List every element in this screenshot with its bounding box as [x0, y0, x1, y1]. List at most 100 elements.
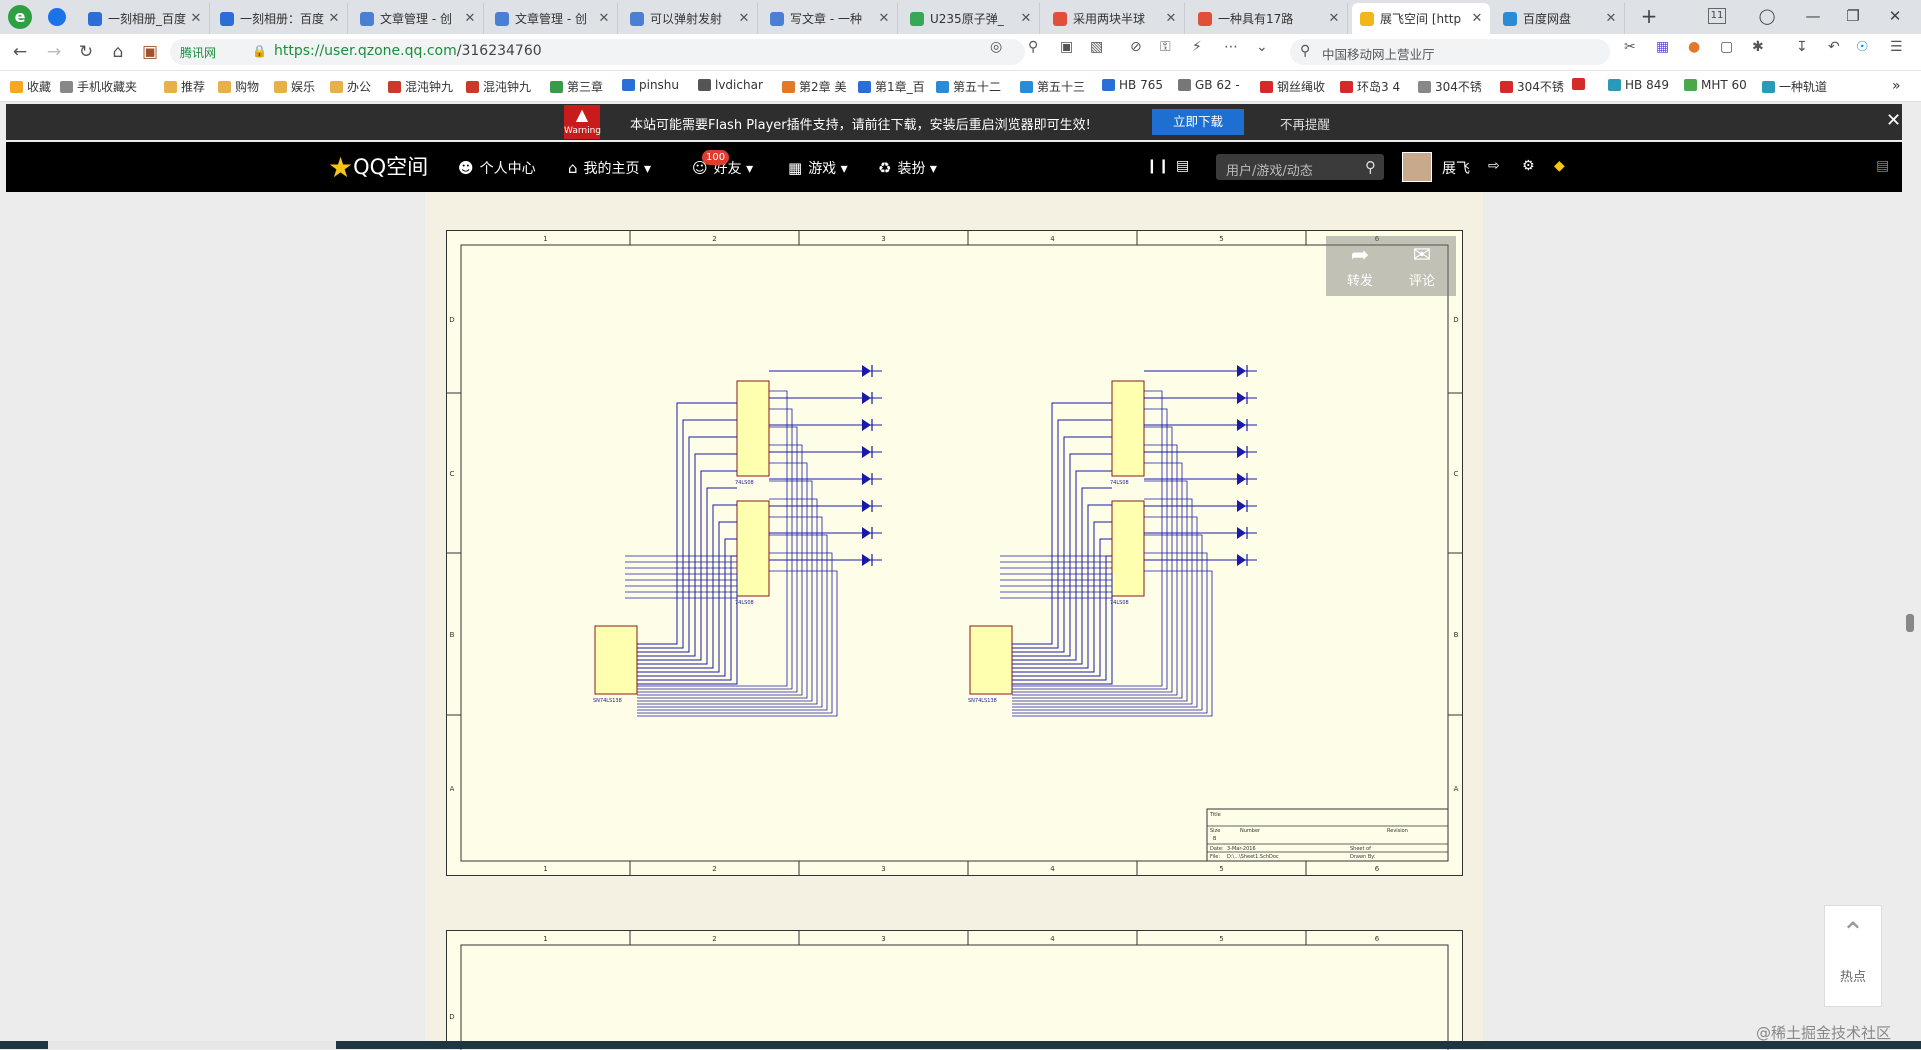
bookmark-item[interactable]: 一种轨道 [1762, 78, 1827, 95]
qzone-search-input[interactable]: 用户/游戏/动态 ⚲ [1216, 154, 1384, 180]
extension-icon[interactable]: ▦ [1656, 39, 1669, 55]
tab-close-icon[interactable]: ✕ [597, 11, 611, 26]
share-button[interactable]: ➦ 转发 [1330, 242, 1390, 289]
tab-count-badge[interactable]: 11 [1708, 8, 1726, 24]
bookmark-item[interactable]: 第1章_百 [858, 78, 925, 95]
download-icon[interactable]: ↧ [1796, 39, 1808, 55]
game-icon[interactable]: ● [1688, 39, 1700, 55]
tab-close-icon[interactable]: ✕ [1470, 11, 1484, 26]
bolt-icon[interactable]: ⚡ [1192, 39, 1202, 55]
schematic-sheet[interactable]: 1 1 2 2 3 3 4 4 5 5 6 6 D D C C B B A A 74LS08 74LS08 SN74LS13… [446, 230, 1463, 876]
tab-6[interactable]: U235原子弹_ ✕ [902, 3, 1040, 34]
bookmark-item[interactable]: HB 849 [1608, 78, 1669, 92]
bookmark-item[interactable] [1572, 78, 1589, 90]
browser-logo-icon[interactable]: e [8, 5, 32, 29]
restore-button[interactable]: ❐ [1840, 4, 1866, 28]
bookmarks-overflow-icon[interactable]: » [1892, 78, 1901, 94]
tab-close-icon[interactable]: ✕ [463, 11, 477, 26]
url-bar[interactable]: 腾讯网 🔒 https://user.qzone.qq.com/31623476… [170, 39, 1025, 65]
browser-edge-icon[interactable]: ☉ [1856, 39, 1869, 55]
bookmark-item[interactable]: 304不锈 [1418, 78, 1482, 95]
tab-4[interactable]: 可以弹射发射 ✕ [622, 3, 758, 34]
menu-icon[interactable]: ☰ [1890, 39, 1903, 55]
window-icon[interactable]: ▢ [1720, 39, 1733, 55]
block-icon[interactable]: ⊘ [1130, 39, 1142, 55]
bookmark-item[interactable]: 混沌钟九 [388, 78, 453, 95]
new-tab-button[interactable]: + [1636, 4, 1662, 28]
bookmark-item[interactable]: lvdichar [698, 78, 763, 92]
zoom-icon[interactable]: ⚲ [1028, 39, 1038, 55]
nav-my-home[interactable]: ⌂ 我的主页 ▾ [568, 158, 651, 178]
shirt-icon[interactable]: ◯ [1754, 4, 1780, 28]
bookmark-item[interactable]: 办公 [330, 78, 371, 95]
tab-9[interactable]: 展飞空间 [http ✕ [1352, 3, 1490, 34]
tab-close-icon[interactable]: ✕ [189, 11, 203, 26]
tab-close-icon[interactable]: ✕ [327, 11, 341, 26]
bookmark-item[interactable]: GB 62 - [1178, 78, 1240, 92]
undo-icon[interactable]: ↶ [1828, 39, 1840, 55]
logout-icon[interactable]: ⇨ [1488, 158, 1500, 174]
dismiss-reminder-link[interactable]: 不再提醒 [1280, 114, 1330, 133]
qzone-logo[interactable]: ★QQ空间 [328, 151, 428, 184]
scissors-icon[interactable]: ✂ [1624, 39, 1636, 55]
reload-icon[interactable]: ↻ [74, 40, 98, 64]
nav-games[interactable]: ▦ 游戏 ▾ [788, 158, 848, 178]
tab-close-icon[interactable]: ✕ [1327, 11, 1341, 26]
tab-2[interactable]: 文章管理 - 创 ✕ [352, 3, 484, 34]
bookmark-item[interactable]: 钢丝绳收 [1260, 78, 1325, 95]
bookmark-item[interactable]: 第五十二 [936, 78, 1001, 95]
key-icon[interactable]: ⚿ [1160, 39, 1171, 55]
bookmark-item[interactable]: 环岛3 4 [1340, 78, 1400, 95]
more-icon[interactable]: ⋯ [1224, 39, 1238, 55]
tab-close-icon[interactable]: ✕ [1604, 11, 1618, 26]
tab-0[interactable]: 一刻相册_百度 ✕ [80, 3, 210, 34]
target-icon[interactable]: ◎ [990, 39, 1002, 55]
bookmark-item[interactable]: 第五十三 [1020, 78, 1085, 95]
taskbar-item[interactable] [48, 1041, 336, 1049]
minimize-button[interactable]: — [1800, 4, 1826, 28]
nav-dressup[interactable]: ♻ 装扮 ▾ [878, 158, 937, 178]
bookmark-item[interactable]: 304不锈 [1500, 78, 1564, 95]
bookmark-item[interactable]: 娱乐 [274, 78, 315, 95]
nav-personal-center[interactable]: ☻ 个人中心 [458, 158, 536, 178]
bookmark-item[interactable]: pinshu [622, 78, 679, 92]
chevron-down-icon[interactable]: ⌄ [1256, 39, 1268, 55]
bookmark-item[interactable]: 第2章 美 [782, 78, 846, 95]
tab-7[interactable]: 采用两块半球 ✕ [1045, 3, 1185, 34]
image-icon[interactable]: ▣ [1060, 39, 1073, 55]
tab-close-icon[interactable]: ✕ [1019, 11, 1033, 26]
tab-1[interactable]: 一刻相册：百度 ✕ [212, 3, 348, 34]
puzzle-icon[interactable]: ✱ [1752, 39, 1764, 55]
tab-8[interactable]: 一种具有17路 ✕ [1190, 3, 1348, 34]
tab-close-icon[interactable]: ✕ [1164, 11, 1178, 26]
tab-3[interactable]: 文章管理 - 创 ✕ [487, 3, 618, 34]
home-icon[interactable]: ⌂ [106, 40, 130, 64]
back-icon[interactable]: ← [8, 40, 32, 64]
photo-icon[interactable]: ▧ [1090, 39, 1103, 55]
forward-icon[interactable]: → [42, 40, 66, 64]
username[interactable]: 展飞 [1442, 158, 1470, 178]
avatar[interactable] [1402, 152, 1432, 182]
bookmark-item[interactable]: 第三章 [550, 78, 603, 95]
hot-topics-button[interactable]: ⌃ 热点 [1824, 905, 1882, 1007]
bookmark-item[interactable]: 收藏 [10, 78, 51, 95]
tab-close-icon[interactable]: ✕ [877, 11, 891, 26]
tab-10[interactable]: 百度网盘 ✕ [1495, 3, 1625, 34]
tab-close-icon[interactable]: ✕ [737, 11, 751, 26]
comment-button[interactable]: ✉ 评论 [1392, 242, 1452, 289]
tab-5[interactable]: 写文章 - 一种 ✕ [762, 3, 898, 34]
close-icon[interactable]: ✕ [1886, 110, 1901, 131]
pause-icon[interactable]: ❙❙ [1146, 158, 1169, 174]
search-box[interactable]: ⚲ 中国移动网上营业厅 [1290, 39, 1610, 65]
scrollbar-thumb[interactable] [1906, 614, 1914, 632]
signal-icon[interactable]: ▤ [1176, 158, 1189, 174]
bookmark-item[interactable]: 混沌钟九 [466, 78, 531, 95]
schematic-sheet-2[interactable]: 1 2 3 4 5 6 D [446, 930, 1463, 1050]
search-icon[interactable]: ⚲ [1365, 158, 1376, 176]
bookmark-item[interactable]: MHT 60 [1684, 78, 1747, 92]
bookmark-item[interactable]: 购物 [218, 78, 259, 95]
briefcase-icon[interactable]: ▣ [138, 40, 162, 64]
gear-icon[interactable]: ⚙ [1522, 158, 1535, 174]
telegram-icon[interactable] [48, 8, 66, 26]
bookmark-item[interactable]: HB 765 [1102, 78, 1163, 92]
